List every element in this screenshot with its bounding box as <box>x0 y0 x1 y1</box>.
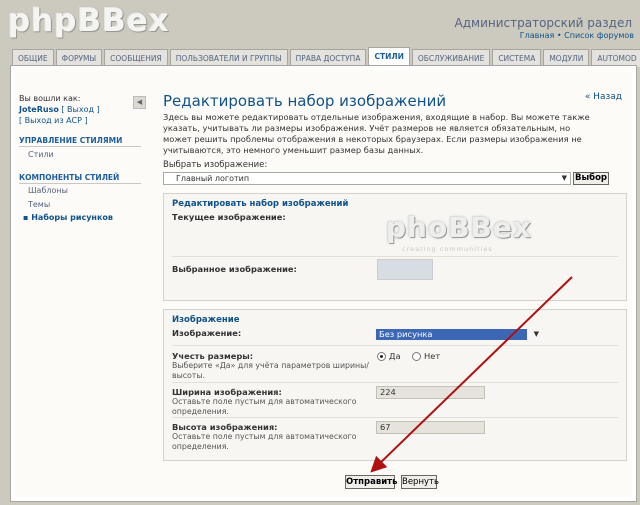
select-image-button[interactable]: Выбор <box>573 172 609 185</box>
logout-link[interactable]: [ Выход ] <box>61 105 99 114</box>
fieldset2-legend: Изображение <box>172 315 240 325</box>
sidebar-item-styles[interactable]: Стили <box>28 150 54 159</box>
height-label: Высота изображения: <box>172 422 278 432</box>
main-panel: Вы вошли как: JoteRuso [ Выход ] [ Выход… <box>10 65 637 502</box>
forum-list-link[interactable]: Список форумов <box>564 31 634 40</box>
select-image-dropdown[interactable]: Главный логотип ▼ <box>163 172 571 185</box>
image-dropdown-value: Без рисунка <box>379 329 433 339</box>
dimensions-yes-label: Да <box>389 351 401 361</box>
logo: phpBBex <box>8 3 170 39</box>
divider <box>172 417 618 418</box>
link-separator: • <box>556 31 562 40</box>
width-input[interactable]: 224 <box>376 386 485 399</box>
dimensions-label: Учесть размеры: <box>172 351 254 361</box>
username[interactable]: JoteRuso <box>19 105 59 114</box>
dimensions-no-radio[interactable] <box>412 352 421 361</box>
main-content: « Назад Редактировать набор изображений … <box>161 70 632 497</box>
admin-title: Администраторский раздел <box>454 16 632 30</box>
width-hint: Оставьте поле пустым для автоматического… <box>172 397 357 416</box>
image-fieldset: Изображение Изображение: Без рисунка ▼ У… <box>163 309 627 461</box>
divider <box>172 256 618 257</box>
acp-logout-link[interactable]: [ Выход из ACP ] <box>19 116 88 125</box>
home-link[interactable]: Главная <box>520 31 555 40</box>
height-input[interactable]: 67 <box>376 421 485 434</box>
dimensions-yes-radio[interactable] <box>377 352 386 361</box>
edit-imageset-fieldset: Редактировать набор изображений Текущее … <box>163 193 627 301</box>
reset-button[interactable]: Вернуть <box>401 475 439 489</box>
sidebar: Вы вошли как: JoteRuso [ Выход ] [ Выход… <box>15 70 147 497</box>
menu-section-style-management: УПРАВЛЕНИЕ СТИЛЯМИ <box>19 136 141 147</box>
user-line: JoteRuso [ Выход ] <box>19 105 100 114</box>
current-image-label: Текущее изображение: <box>172 212 286 222</box>
submit-button[interactable]: Отправить <box>345 475 397 489</box>
selected-image-label: Выбранное изображение: <box>172 264 297 274</box>
height-hint: Оставьте поле пустым для автоматического… <box>172 432 357 451</box>
divider <box>172 345 618 346</box>
dimensions-hint: Выберите «Да» для учёта параметров ширин… <box>172 361 369 380</box>
image-dropdown[interactable]: Без рисунка ▼ <box>376 329 539 340</box>
page-title: Редактировать набор изображений <box>163 92 447 110</box>
sidebar-item-themes[interactable]: Темы <box>28 200 50 209</box>
menu-section-style-components: КОМПОНЕНТЫ СТИЛЕЙ <box>19 173 141 184</box>
page-description: Здесь вы можете редактировать отдельные … <box>163 112 590 155</box>
chevron-down-icon: ▼ <box>561 174 567 182</box>
back-link[interactable]: « Назад <box>585 92 622 102</box>
divider <box>172 382 618 383</box>
width-label: Ширина изображения: <box>172 387 282 397</box>
top-links: Главная • Список форумов <box>520 31 634 40</box>
current-image-preview: phoBBex <box>386 211 532 244</box>
image-label: Изображение: <box>172 328 242 338</box>
sidebar-item-templates[interactable]: Шаблоны <box>28 186 68 195</box>
sidebar-item-imagesets[interactable]: Наборы рисунков <box>23 213 113 222</box>
collapse-sidebar-icon[interactable]: ◀ <box>133 96 146 109</box>
dimensions-no-label: Нет <box>424 351 441 361</box>
chevron-down-icon: ▼ <box>533 330 539 338</box>
fieldset1-legend: Редактировать набор изображений <box>172 199 349 209</box>
current-image-caption: creating communities <box>402 245 493 253</box>
logged-in-label: Вы вошли как: <box>19 94 81 103</box>
select-image-label: Выбрать изображение: <box>163 160 268 170</box>
selected-image-placeholder <box>377 259 433 280</box>
content-area: Вы вошли как: JoteRuso [ Выход ] [ Выход… <box>15 70 632 497</box>
tab-styles[interactable]: СТИЛИ <box>368 47 410 67</box>
select-image-value: Главный логотип <box>176 174 250 183</box>
